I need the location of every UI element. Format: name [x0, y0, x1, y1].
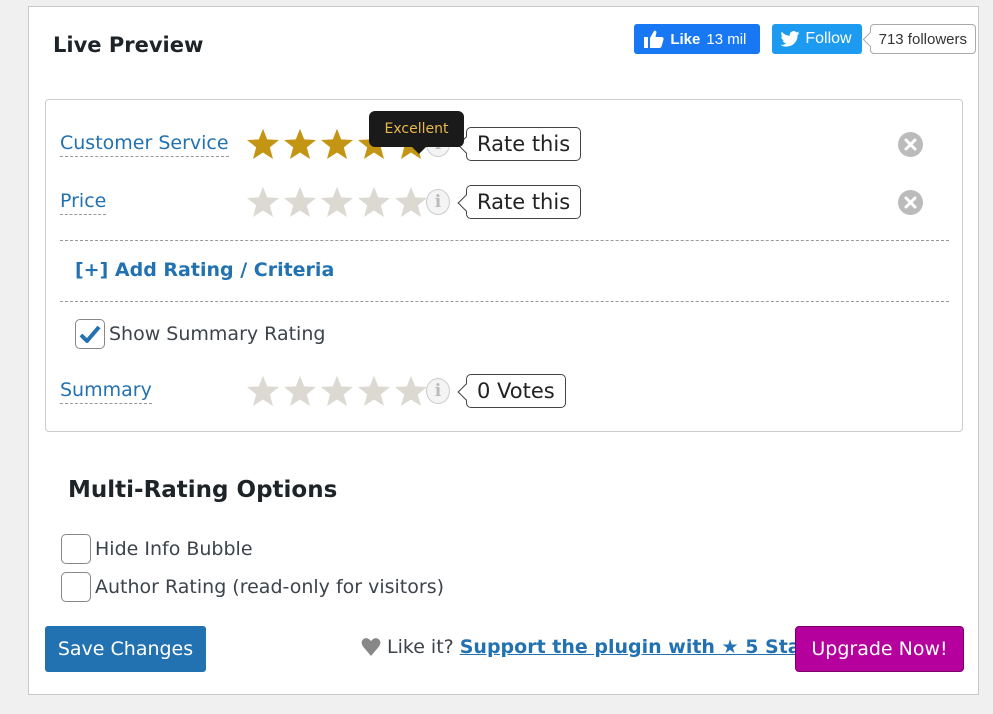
hide-info-bubble-label: Hide Info Bubble [95, 538, 253, 560]
star-filled-icon[interactable] [320, 128, 354, 160]
criterion-label[interactable]: Price [60, 189, 107, 215]
twitter-follow: Follow 713 followers [772, 24, 976, 54]
author-rating-checkbox[interactable] [61, 572, 91, 602]
summary-row: Summary i 0 Votes [60, 374, 950, 408]
star-filled-icon[interactable] [246, 128, 280, 160]
twitter-follow-button[interactable]: Follow [772, 24, 862, 54]
twitter-follow-label: Follow [805, 30, 852, 47]
star-empty-icon[interactable] [246, 375, 280, 407]
like-it-label: Like it? [387, 636, 454, 658]
hide-info-bubble-checkbox[interactable] [61, 534, 91, 564]
info-icon[interactable]: i [426, 189, 450, 215]
support-plugin-link[interactable]: Support the plugin with ★ 5 Stars [460, 636, 822, 658]
author-rating-option: Author Rating (read-only for visitors) [61, 572, 444, 602]
star-rating [246, 186, 428, 218]
star-empty-icon[interactable] [357, 186, 391, 218]
heart-icon [361, 638, 381, 656]
show-summary-option: Show Summary Rating [75, 319, 325, 349]
divider [60, 240, 949, 241]
star-filled-icon[interactable] [283, 128, 317, 160]
star-empty-icon[interactable] [320, 375, 354, 407]
live-preview-box: Customer Service i Rate this Excellent P… [45, 99, 963, 432]
checkmark-icon [79, 325, 101, 343]
star-empty-icon[interactable] [320, 186, 354, 218]
criterion-row: Price i Rate this [60, 185, 950, 219]
hide-info-bubble-option: Hide Info Bubble [61, 534, 253, 564]
upgrade-now-button[interactable]: Upgrade Now! [795, 626, 964, 672]
save-changes-button[interactable]: Save Changes [45, 626, 206, 672]
social-buttons: Like 13 mil Follow 713 followers [634, 24, 976, 54]
criterion-row: Customer Service i Rate this Excellent [60, 111, 950, 161]
votes-bubble: 0 Votes [466, 374, 566, 408]
rate-this-bubble: Rate this [466, 185, 582, 219]
info-icon[interactable]: i [426, 378, 450, 404]
criterion-label[interactable]: Customer Service [60, 131, 229, 157]
rating-tooltip: Excellent [369, 111, 464, 154]
thumbs-up-icon [644, 30, 664, 48]
divider [60, 301, 949, 302]
twitter-followers-count[interactable]: 713 followers [869, 24, 976, 54]
summary-label[interactable]: Summary [60, 378, 152, 404]
facebook-like-button[interactable]: Like 13 mil [634, 24, 761, 54]
support-text: Like it? Support the plugin with ★ 5 Sta… [361, 636, 821, 658]
delete-criterion-icon[interactable] [898, 131, 923, 157]
show-summary-checkbox[interactable] [75, 319, 105, 349]
star-rating [246, 375, 428, 407]
page-title: Live Preview [53, 33, 204, 57]
facebook-like-count: 13 mil [706, 30, 747, 48]
add-criteria-link[interactable]: [+] Add Rating / Criteria [75, 259, 334, 281]
star-empty-icon[interactable] [283, 186, 317, 218]
star-empty-icon[interactable] [357, 375, 391, 407]
author-rating-label: Author Rating (read-only for visitors) [95, 576, 445, 598]
delete-criterion-icon[interactable] [898, 189, 923, 215]
settings-panel: Live Preview Like 13 mil Follow 713 foll… [28, 6, 979, 695]
star-empty-icon[interactable] [283, 375, 317, 407]
star-empty-icon[interactable] [394, 186, 428, 218]
star-empty-icon[interactable] [246, 186, 280, 218]
options-title: Multi-Rating Options [68, 477, 338, 503]
rate-this-bubble: Rate this [466, 127, 582, 161]
facebook-like-label: Like [670, 30, 701, 48]
star-empty-icon[interactable] [394, 375, 428, 407]
show-summary-label: Show Summary Rating [109, 323, 326, 345]
twitter-bird-icon [780, 31, 800, 47]
